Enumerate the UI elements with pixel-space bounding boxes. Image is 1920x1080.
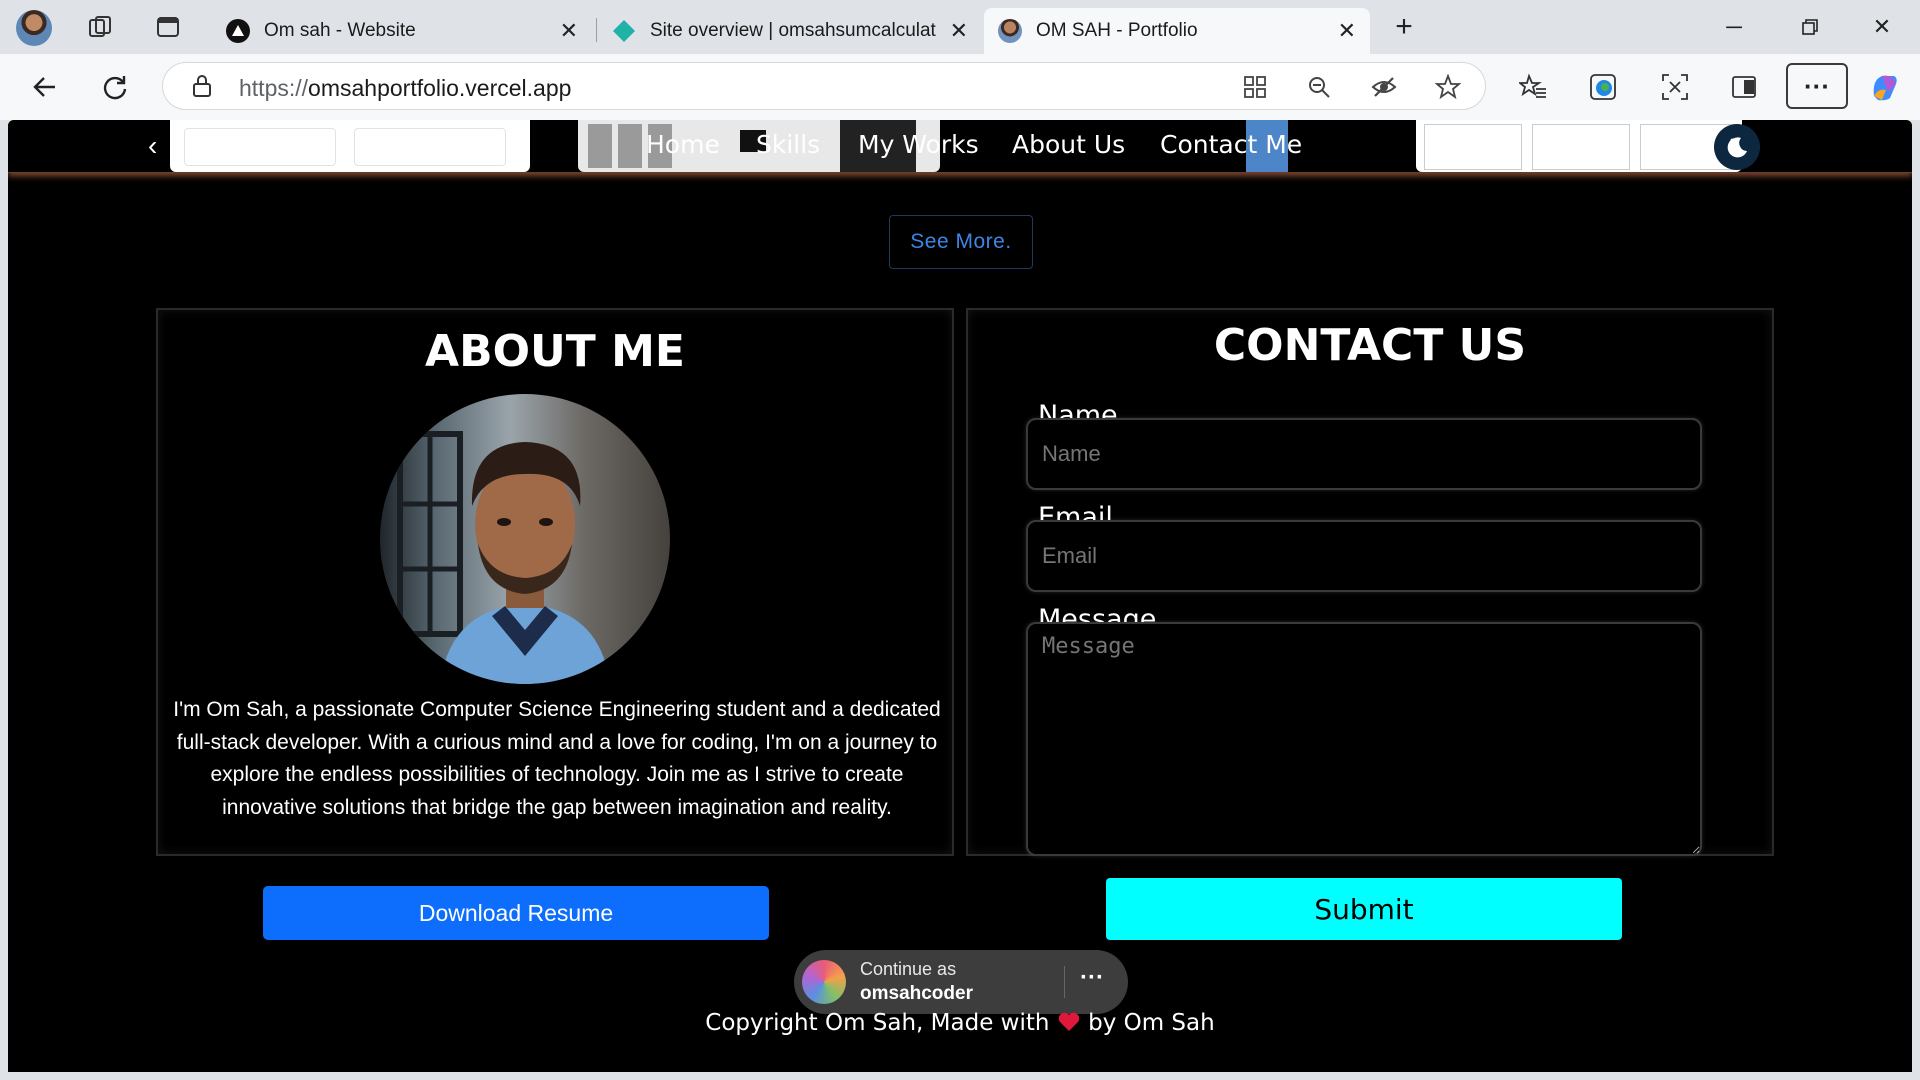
- account-avatar: [802, 960, 846, 1004]
- tab-title: Site overview | omsahsumcalculat: [650, 20, 936, 41]
- tab-website[interactable]: Om sah - Website ✕: [212, 8, 592, 54]
- contact-section: CONTACT US Name Email Message Submit: [966, 308, 1774, 940]
- screenshot-icon[interactable]: [1654, 66, 1696, 108]
- browser-toolbar: https://omsahportfolio.vercel.app ···: [0, 54, 1920, 120]
- url-host: omsahportfolio.vercel.app: [308, 75, 572, 101]
- new-tab-icon[interactable]: +: [1388, 10, 1420, 43]
- portfolio-favicon-icon: [998, 19, 1022, 43]
- collections-icon[interactable]: [1724, 66, 1766, 108]
- settings-more-icon[interactable]: ···: [1786, 63, 1848, 109]
- close-tab-icon[interactable]: ✕: [950, 18, 968, 44]
- close-tab-icon[interactable]: ✕: [560, 18, 578, 44]
- nav-skills-link[interactable]: Skills: [756, 130, 820, 159]
- close-window-icon[interactable]: ✕: [1862, 10, 1902, 44]
- tab-title: Om sah - Website: [264, 20, 416, 41]
- continue-label: Continue as: [860, 959, 957, 979]
- vertical-tabs-icon[interactable]: [152, 11, 184, 43]
- more-options-icon[interactable]: ···: [1080, 964, 1104, 992]
- continue-as-prompt[interactable]: Continue as omsahcoder ···: [794, 950, 1128, 1014]
- profile-avatar[interactable]: [16, 10, 52, 46]
- edge-icon[interactable]: [1582, 66, 1624, 108]
- apps-icon[interactable]: [1243, 75, 1267, 104]
- profile-photo: [380, 394, 670, 684]
- tab-title: OM SAH - Portfolio: [1036, 20, 1198, 41]
- url-scheme: https://: [239, 75, 309, 101]
- url-text[interactable]: https://omsahportfolio.vercel.app: [239, 75, 571, 102]
- nav-home-link[interactable]: Home: [646, 130, 720, 159]
- download-resume-button[interactable]: Download Resume: [263, 886, 769, 940]
- close-tab-icon[interactable]: ✕: [1338, 18, 1356, 44]
- workspaces-icon[interactable]: [84, 11, 116, 43]
- footer-text-before: Copyright Om Sah, Made with: [705, 1010, 1050, 1036]
- minimize-icon[interactable]: ─: [1714, 10, 1754, 44]
- back-icon[interactable]: [24, 66, 66, 108]
- nav-my-works-link[interactable]: My Works: [858, 130, 979, 159]
- favorite-star-icon[interactable]: [1434, 73, 1462, 105]
- lock-icon[interactable]: [191, 74, 213, 103]
- about-title: ABOUT ME: [425, 326, 685, 377]
- theme-toggle-button[interactable]: [1714, 124, 1760, 170]
- restore-icon[interactable]: [1790, 10, 1830, 44]
- contact-title: CONTACT US: [1213, 320, 1527, 371]
- name-field[interactable]: [1026, 418, 1702, 490]
- carousel-prev-icon[interactable]: ‹: [148, 130, 157, 162]
- message-field[interactable]: [1026, 622, 1702, 856]
- tracking-prevention-icon[interactable]: [1371, 75, 1397, 104]
- page-viewport: ‹ Home Skills My Works About Us Contact …: [8, 120, 1912, 1072]
- nav-about-link[interactable]: About Us: [1012, 130, 1125, 159]
- vercel-favicon-icon: [226, 19, 250, 43]
- favorites-icon[interactable]: [1512, 66, 1554, 108]
- submit-button[interactable]: Submit: [1106, 878, 1622, 940]
- site-navbar: ‹ Home Skills My Works About Us Contact …: [8, 120, 1912, 173]
- account-name: omsahcoder: [860, 983, 973, 1004]
- footer-copyright: Copyright Om Sah, Made with by Om Sah: [8, 1010, 1912, 1036]
- window-bottom-edge: [0, 1072, 1920, 1080]
- nav-contact-link[interactable]: Contact Me: [1160, 130, 1302, 159]
- netlify-favicon-icon: [613, 20, 635, 42]
- tab-portfolio[interactable]: OM SAH - Portfolio ✕: [984, 8, 1370, 54]
- address-bar[interactable]: https://omsahportfolio.vercel.app: [162, 62, 1486, 110]
- see-more-button[interactable]: See More.: [889, 215, 1033, 269]
- tab-site-overview[interactable]: Site overview | omsahsumcalculat ✕: [598, 8, 982, 54]
- moon-icon: [1727, 137, 1747, 158]
- refresh-icon[interactable]: [94, 66, 136, 108]
- heart-icon: [1058, 1012, 1079, 1031]
- copilot-icon[interactable]: [1864, 66, 1906, 108]
- about-description: I'm Om Sah, a passionate Computer Scienc…: [173, 698, 941, 819]
- about-me-section: ABOUT ME I'm Om Sah, a passionate Comput…: [156, 308, 954, 940]
- project-thumbnail: [1416, 120, 1742, 172]
- email-field[interactable]: [1026, 520, 1702, 592]
- tab-strip: Om sah - Website ✕ Site overview | omsah…: [0, 0, 1920, 54]
- footer-text-after: by Om Sah: [1088, 1010, 1215, 1036]
- zoom-out-icon[interactable]: [1307, 75, 1331, 104]
- project-thumbnail: [170, 120, 674, 172]
